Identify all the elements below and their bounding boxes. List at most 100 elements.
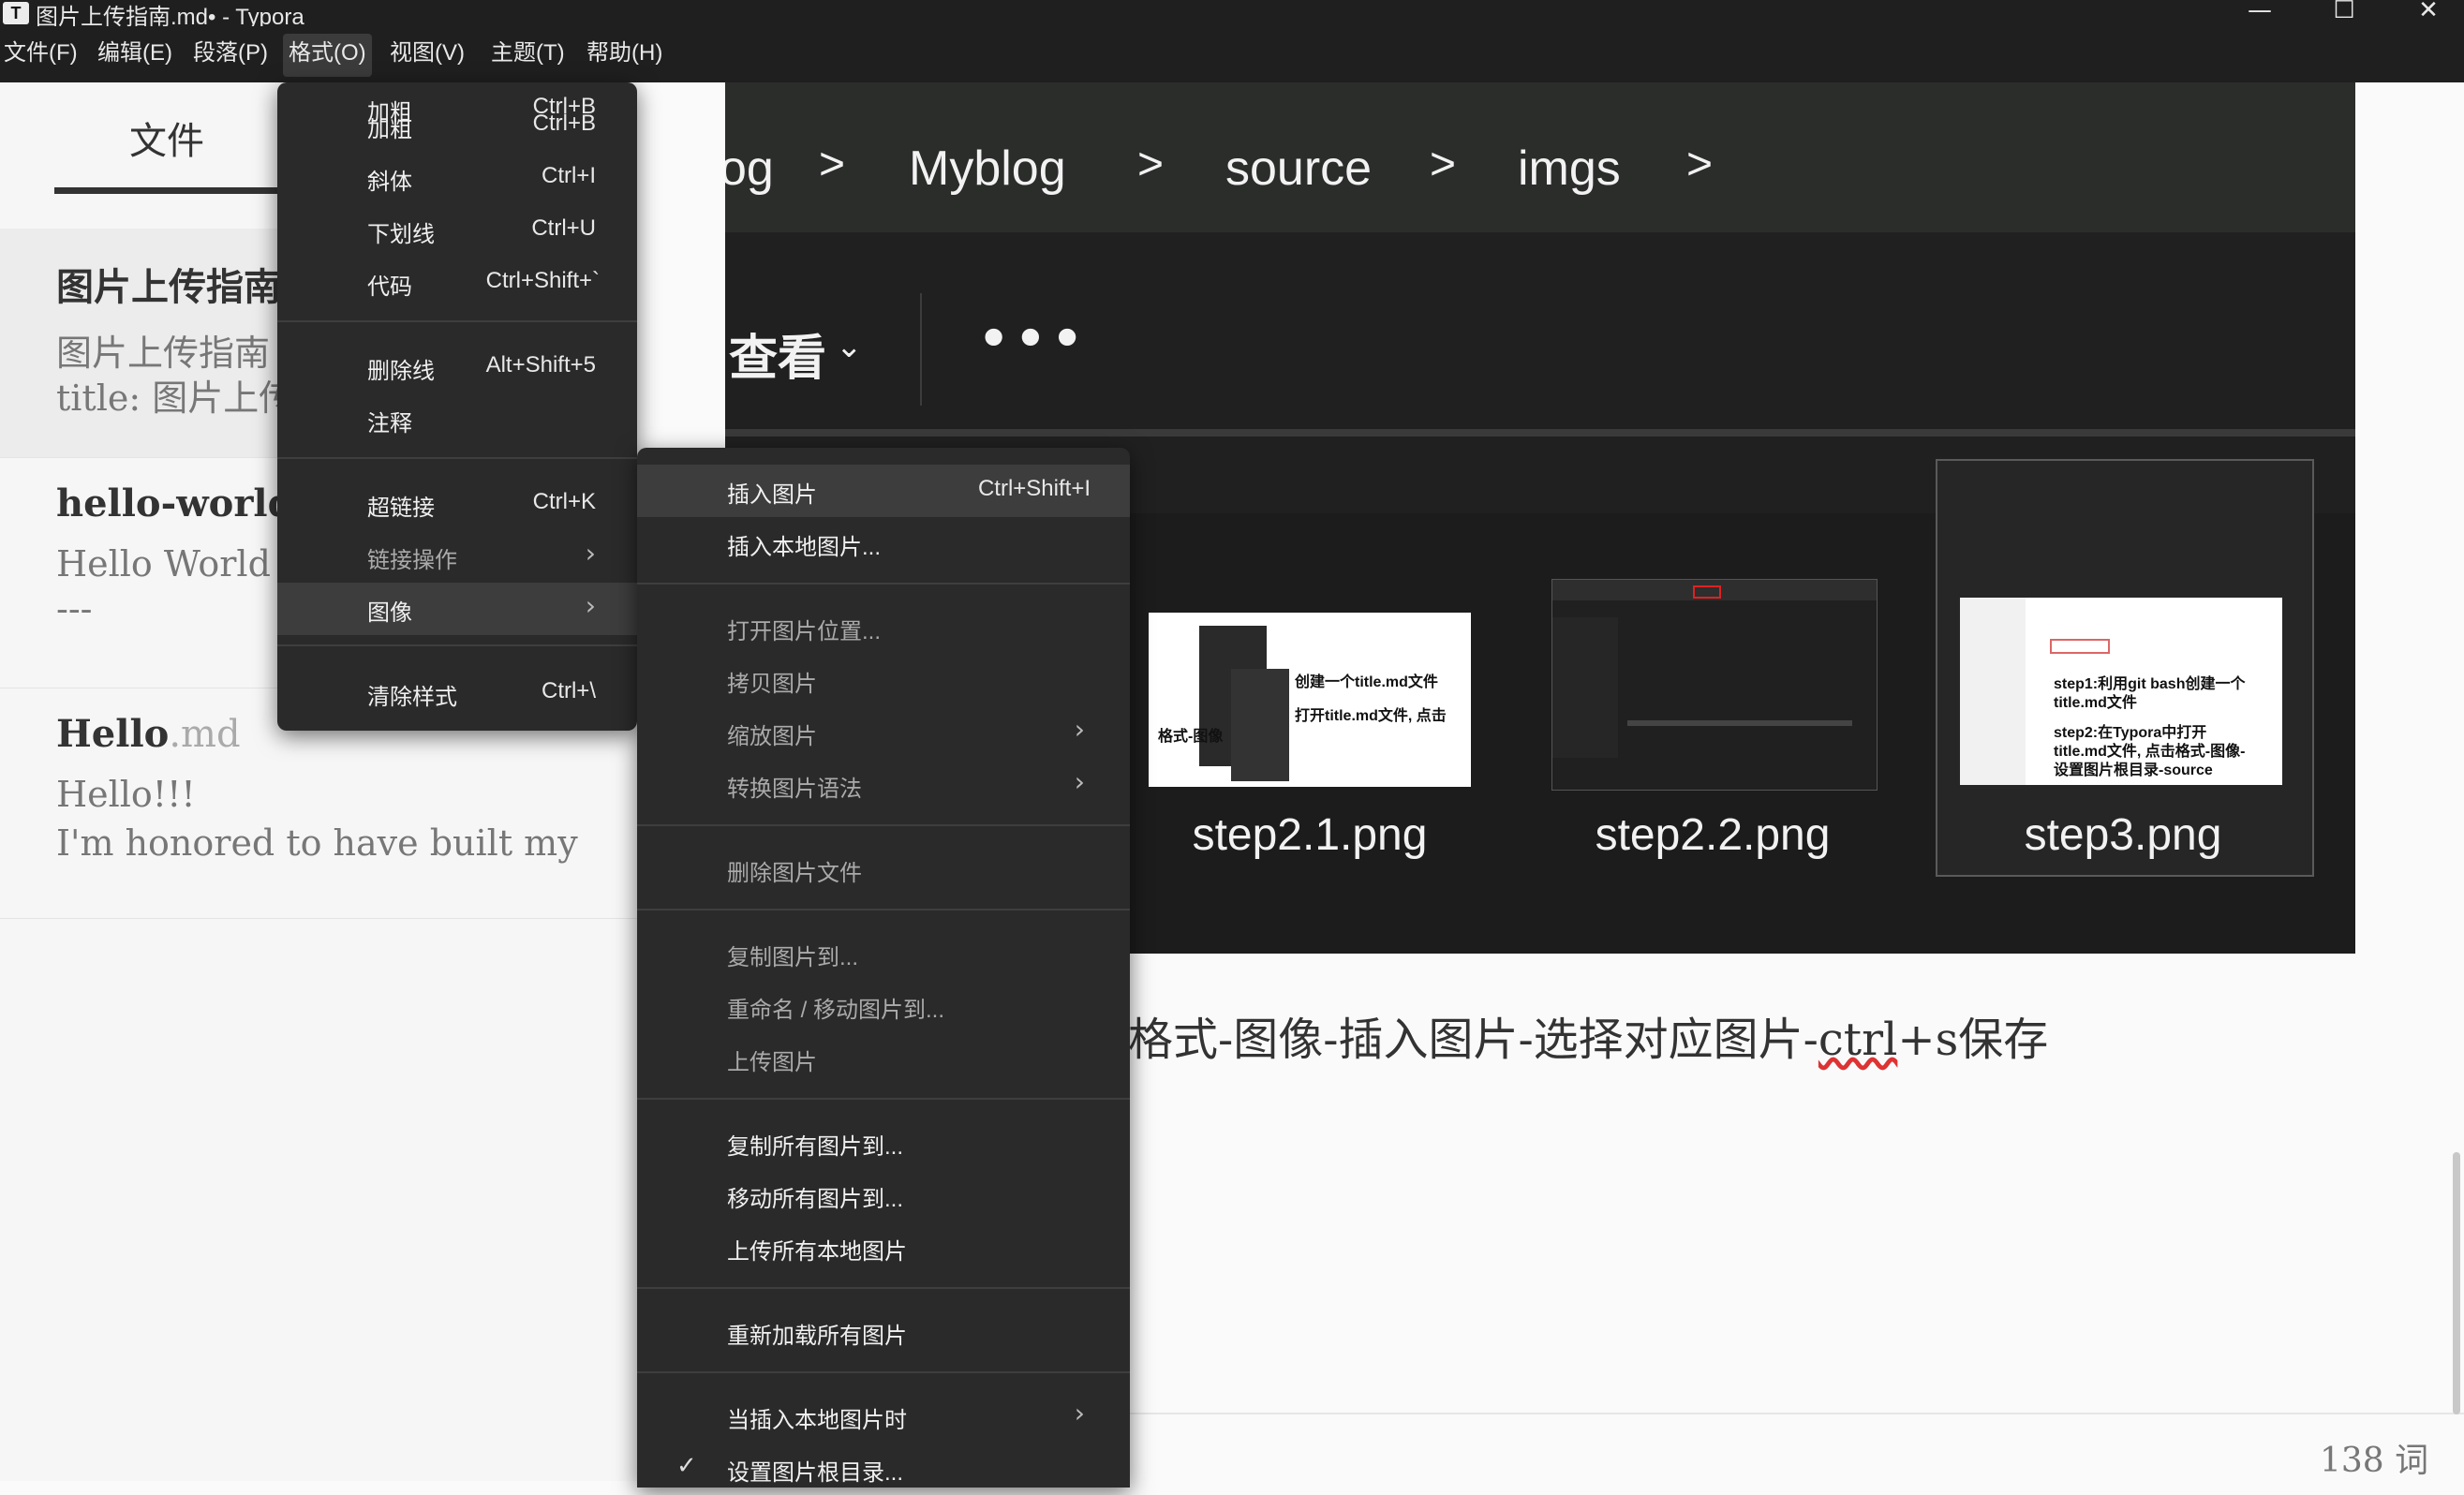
menu-item-label: 链接操作 bbox=[367, 548, 457, 573]
maximize-button[interactable]: ☐ bbox=[2316, 0, 2372, 24]
menu-item-label: 上传图片 bbox=[727, 1050, 817, 1075]
menu-item-copy-image[interactable]: 拷贝图片 bbox=[637, 654, 1130, 706]
menu-edit[interactable]: 编辑(E) bbox=[92, 34, 178, 77]
menu-item-comment[interactable]: 注释 bbox=[277, 393, 637, 446]
format-menu: 加粗 Ctrl+B 加粗 Ctrl+B 斜体 Ctrl+I 下划线 Ctrl+U… bbox=[277, 82, 637, 731]
menu-item-code[interactable]: 代码 Ctrl+Shift+` bbox=[277, 257, 637, 309]
menu-item-underline[interactable]: 下划线 Ctrl+U bbox=[277, 204, 637, 257]
menu-separator bbox=[637, 1371, 1130, 1373]
menu-item-label: 缩放图片 bbox=[727, 724, 817, 749]
menu-item-insert-image[interactable]: 插入图片 Ctrl+Shift+I bbox=[637, 465, 1130, 517]
menu-item-move-all-images[interactable]: 移动所有图片到... bbox=[637, 1169, 1130, 1221]
thumbnail-text: 创建一个title.md文件 bbox=[1295, 674, 1438, 690]
menu-item-label: 删除图片文件 bbox=[727, 861, 862, 886]
menu-item-set-image-root[interactable]: ✓ 设置图片根目录... bbox=[637, 1443, 1130, 1495]
word-count[interactable]: 138 词 bbox=[2320, 1433, 2428, 1482]
menu-theme[interactable]: 主题(T) bbox=[485, 34, 571, 77]
minimize-button[interactable]: — bbox=[2232, 0, 2288, 24]
chevron-right-icon: > bbox=[819, 140, 846, 189]
toolbar-divider bbox=[920, 293, 922, 406]
menu-item-label: 重新加载所有图片 bbox=[727, 1324, 907, 1349]
menu-item-zoom-image[interactable]: 缩放图片 › bbox=[637, 706, 1130, 759]
chevron-right-icon: › bbox=[1074, 766, 1085, 797]
menu-separator bbox=[277, 644, 637, 646]
file-preview-line: title: 图片上传 bbox=[56, 377, 295, 419]
menu-separator bbox=[277, 457, 637, 459]
menu-separator bbox=[637, 824, 1130, 826]
file-title: hello-world bbox=[56, 481, 294, 525]
menu-separator bbox=[637, 583, 1130, 585]
file-preview-line: Hello World bbox=[56, 543, 271, 585]
title-bar: T 图片上传指南.md• - Typora — ☐ ✕ bbox=[0, 0, 2464, 30]
explorer-breadcrumb-bar: og > Myblog > source > imgs > bbox=[725, 82, 2355, 232]
scrollbar[interactable] bbox=[2453, 1152, 2460, 1414]
menu-item-label: 复制图片到... bbox=[727, 945, 859, 970]
menu-item-label: 拷贝图片 bbox=[727, 672, 817, 697]
menu-view[interactable]: 视图(V) bbox=[384, 34, 470, 77]
menu-item-label: 转换图片语法 bbox=[727, 777, 862, 802]
close-button[interactable]: ✕ bbox=[2400, 0, 2457, 24]
menu-item-upload-image[interactable]: 上传图片 bbox=[637, 1032, 1130, 1085]
menu-item-label: 插入本地图片... bbox=[727, 535, 882, 560]
paragraph-text-part: 格式-图像-插入图片-选择对应图片- bbox=[1128, 1014, 1818, 1066]
view-label: 查看 bbox=[729, 332, 827, 386]
menu-item-when-insert-local-image[interactable]: 当插入本地图片时 › bbox=[637, 1390, 1130, 1443]
menu-item-insert-local-image[interactable]: 插入本地图片... bbox=[637, 517, 1130, 570]
menu-item-image[interactable]: 图像 › bbox=[277, 583, 637, 635]
chevron-right-icon: > bbox=[1137, 140, 1165, 189]
file-title-text: Hello bbox=[56, 712, 170, 756]
menu-item-rename-move-image[interactable]: 重命名 / 移动图片到... bbox=[637, 980, 1130, 1032]
thumbnail-highlight-shape bbox=[1693, 585, 1721, 599]
menu-item-italic[interactable]: 斜体 Ctrl+I bbox=[277, 152, 637, 204]
menu-file[interactable]: 文件(F) bbox=[0, 34, 83, 77]
breadcrumb-segment: source bbox=[1225, 141, 1373, 196]
chevron-right-icon: › bbox=[585, 538, 596, 569]
menu-item-copy-all-images[interactable]: 复制所有图片到... bbox=[637, 1117, 1130, 1169]
menu-item-upload-all-local-images[interactable]: 上传所有本地图片 bbox=[637, 1221, 1130, 1274]
menu-item-label: 移动所有图片到... bbox=[727, 1187, 904, 1212]
menu-item-hyperlink[interactable]: 超链接 Ctrl+K bbox=[277, 478, 637, 530]
menu-item-label: 代码 bbox=[367, 274, 412, 300]
thumbnail-caption: step2.1.png bbox=[1192, 810, 1428, 860]
menu-bar: 文件(F) 编辑(E) 段落(P) 格式(O) 视图(V) 主题(T) 帮助(H… bbox=[0, 26, 2464, 82]
file-preview-line: I'm honored to have built my bbox=[56, 822, 578, 864]
menu-item-label: 设置图片根目录... bbox=[727, 1460, 904, 1486]
chevron-right-icon: > bbox=[1430, 140, 1457, 189]
thumbnail-sidebar-shape bbox=[1960, 598, 2026, 785]
paragraph-text[interactable]: 格式-图像-插入图片-选择对应图片-ctrl+s保存 bbox=[1128, 1002, 2048, 1068]
menu-item-label: 打开图片位置... bbox=[727, 619, 882, 644]
breadcrumb-segment: og bbox=[725, 141, 774, 196]
menu-item-shortcut: Ctrl+I bbox=[541, 163, 596, 188]
menu-item-label: 超链接 bbox=[367, 496, 435, 521]
menu-item-label: 插入图片 bbox=[727, 482, 817, 508]
menu-paragraph[interactable]: 段落(P) bbox=[187, 34, 274, 77]
menu-item-clear-format[interactable]: 清除样式 Ctrl+\ bbox=[277, 667, 637, 719]
menu-item-link-actions[interactable]: 链接操作 › bbox=[277, 530, 637, 583]
menu-item-convert-image-syntax[interactable]: 转换图片语法 › bbox=[637, 759, 1130, 811]
tab-underline bbox=[54, 187, 298, 194]
menu-help[interactable]: 帮助(H) bbox=[581, 34, 668, 77]
menu-item-bold[interactable]: 加粗 Ctrl+B bbox=[277, 99, 637, 152]
menu-item-copy-image-to[interactable]: 复制图片到... bbox=[637, 927, 1130, 980]
menu-item-label: 注释 bbox=[367, 411, 412, 437]
menu-item-shortcut: Ctrl+\ bbox=[541, 678, 596, 703]
menu-format[interactable]: 格式(O) bbox=[283, 34, 372, 77]
chevron-right-icon: › bbox=[585, 590, 596, 621]
thumbnail-caption: step3.png bbox=[2024, 810, 2222, 860]
thumbnail-text: 格式-图像 bbox=[1158, 729, 1224, 745]
file-preview-line: 图片上传指南 bbox=[56, 333, 271, 374]
chevron-right-icon: › bbox=[1074, 714, 1085, 745]
menu-item-strikethrough[interactable]: 删除线 Alt+Shift+5 bbox=[277, 341, 637, 393]
menu-item-open-image-location[interactable]: 打开图片位置... bbox=[637, 601, 1130, 654]
menu-item-label: 加粗 bbox=[367, 117, 412, 142]
menu-item-delete-image-file[interactable]: 删除图片文件 bbox=[637, 843, 1130, 896]
thumbnail-menu-shape bbox=[1231, 669, 1289, 781]
menu-item-shortcut: Ctrl+K bbox=[532, 489, 596, 514]
file-ext: .md bbox=[169, 713, 241, 756]
menu-item-reload-all-images[interactable]: 重新加载所有图片 bbox=[637, 1306, 1130, 1358]
menu-separator bbox=[637, 1287, 1130, 1289]
menu-item-shortcut: Ctrl+U bbox=[531, 215, 596, 241]
tab-files[interactable]: 文件 bbox=[54, 111, 279, 185]
paragraph-text-part: +s保存 bbox=[1897, 1014, 2049, 1066]
thumbnail-panel-shape bbox=[1552, 617, 1618, 758]
